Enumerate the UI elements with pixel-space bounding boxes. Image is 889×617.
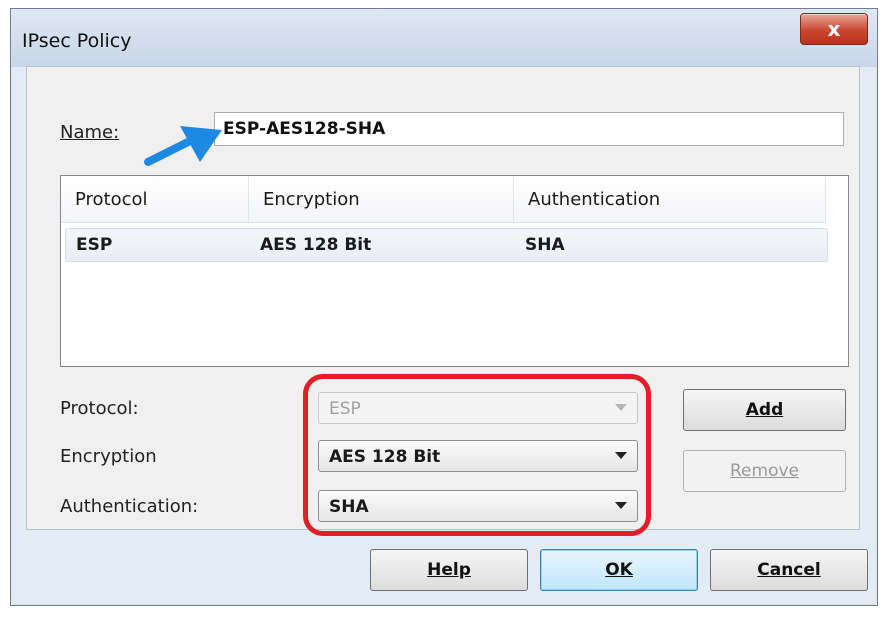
help-button[interactable]: Help [370, 549, 528, 591]
close-icon: x [827, 17, 841, 41]
authentication-label: Authentication: [60, 496, 199, 517]
close-button[interactable]: x [800, 13, 868, 45]
column-protocol[interactable]: Protocol [61, 176, 249, 222]
annotation-arrow-icon [144, 126, 222, 166]
protocol-label: Protocol: [60, 398, 139, 419]
remove-button[interactable]: Remove [683, 450, 846, 492]
ok-button[interactable]: OK [540, 549, 698, 591]
policy-list[interactable]: Protocol Encryption Authentication ESP A… [60, 175, 849, 367]
add-button[interactable]: Add [683, 389, 846, 431]
window-title: IPsec Policy [22, 30, 132, 52]
cell-protocol: ESP [76, 235, 113, 255]
annotation-highlight-box [303, 374, 651, 536]
table-row[interactable]: ESP AES 128 Bit SHA [65, 228, 828, 262]
list-header: Protocol Encryption Authentication [61, 176, 826, 223]
encryption-label: Encryption [60, 446, 157, 467]
cell-authentication: SHA [525, 235, 565, 255]
title-bar: IPsec Policy x [11, 9, 877, 67]
cell-encryption: AES 128 Bit [260, 235, 372, 255]
column-authentication[interactable]: Authentication [514, 176, 826, 222]
name-label: Name: [60, 122, 120, 143]
cancel-button[interactable]: Cancel [710, 549, 868, 591]
name-input[interactable]: ESP-AES128-SHA [214, 112, 844, 146]
column-encryption[interactable]: Encryption [249, 176, 514, 222]
